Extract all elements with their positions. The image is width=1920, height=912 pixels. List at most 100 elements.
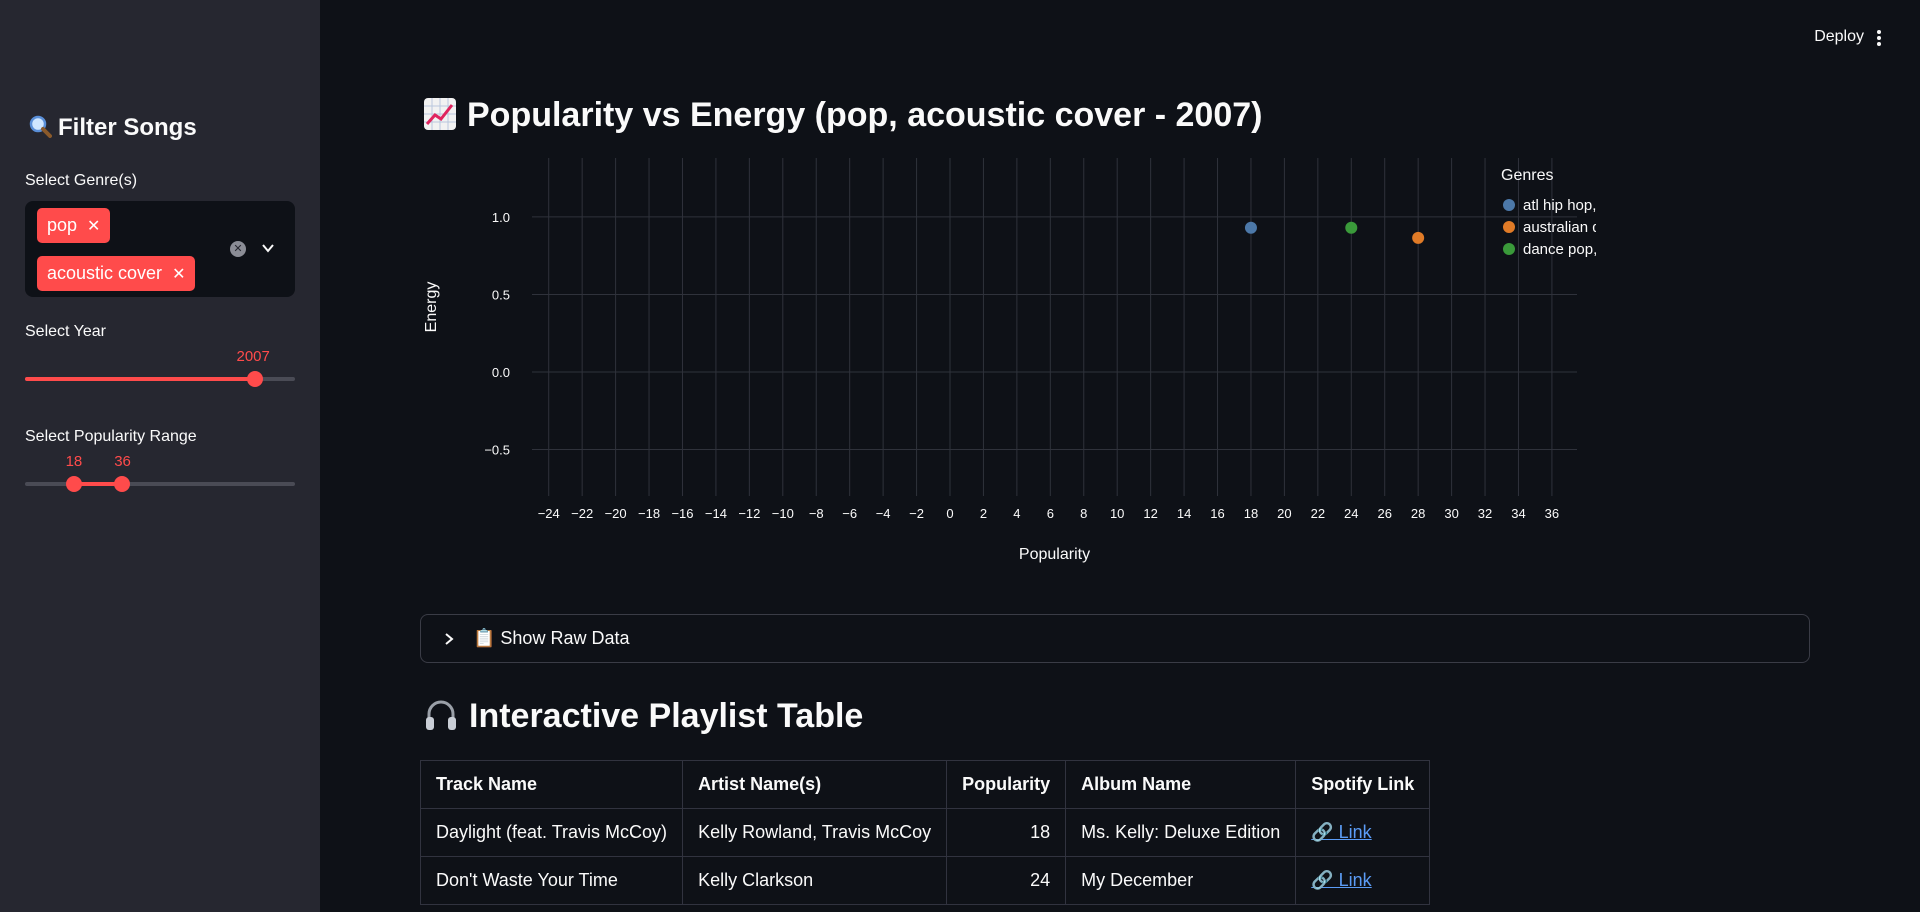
cell-track-name: Don't Waste Your Time <box>419 856 684 905</box>
x-tick-label: −24 <box>538 506 560 521</box>
cell-album-name: Ms. Kelly: Deluxe Edition <box>1065 808 1297 857</box>
chart-title-text: Popularity vs Energy (pop, acoustic cove… <box>467 96 1263 134</box>
legend-marker <box>1503 199 1515 211</box>
data-point[interactable] <box>1244 221 1257 234</box>
x-tick-label: 20 <box>1277 506 1291 521</box>
x-tick-label: 36 <box>1545 506 1559 521</box>
header-track-name[interactable]: Track Name <box>419 760 684 809</box>
cell-track-name: Daylight (feat. Travis McCoy) <box>419 808 684 857</box>
x-tick-label: −4 <box>876 506 891 521</box>
headphones-icon <box>426 700 456 730</box>
data-point[interactable] <box>1345 221 1358 234</box>
x-tick-label: −20 <box>605 506 627 521</box>
spotify-link[interactable]: 🔗 Link <box>1311 822 1371 842</box>
header-spotify-link[interactable]: Spotify Link <box>1295 760 1431 809</box>
popularity-max-value: 36 <box>114 453 131 470</box>
popularity-slider-min-thumb[interactable] <box>65 476 82 492</box>
x-tick-label: 26 <box>1377 506 1391 521</box>
year-slider-value: 2007 <box>236 348 270 365</box>
y-tick-label: 0.5 <box>492 287 510 302</box>
legend-marker <box>1503 243 1515 255</box>
legend-marker <box>1503 221 1515 233</box>
cell-popularity: 18 <box>946 808 1067 857</box>
table-header-row: Track Name Artist Name(s) Popularity Alb… <box>419 760 1431 809</box>
popularity-label: Select Popularity Range <box>25 428 197 445</box>
y-axis-label: Energy <box>423 282 440 333</box>
chart-increasing-icon <box>424 98 456 130</box>
x-tick-label: 2 <box>980 506 987 521</box>
x-tick-label: 4 <box>1013 506 1020 521</box>
genre-label: Select Genre(s) <box>25 172 138 189</box>
x-tick-label: −6 <box>842 506 857 521</box>
x-tick-label: −14 <box>705 506 727 521</box>
x-tick-label: 28 <box>1411 506 1425 521</box>
scatter-chart[interactable]: −24 −22 −20 −18 −16 −14 −12 −10 −8 −6 −4 −2 0 2 4 6 8 10 1… <box>416 150 1596 580</box>
chevron-right-icon <box>445 633 454 645</box>
playlist-table: Track Name Artist Name(s) Popularity Alb… <box>419 760 1431 905</box>
remove-tag-icon[interactable]: ✕ <box>87 218 100 235</box>
table-row: Don't Waste Your Time Kelly Clarkson 24 … <box>419 856 1431 905</box>
header-album-name[interactable]: Album Name <box>1065 760 1297 809</box>
table-title-text: Interactive Playlist Table <box>469 697 864 735</box>
sidebar: Filter Songs Select Genre(s) pop ✕ acoust… <box>0 0 320 912</box>
x-tick-label: 24 <box>1344 506 1358 521</box>
x-tick-label: −8 <box>809 506 824 521</box>
year-slider-track[interactable] <box>25 371 295 387</box>
show-raw-data-expander[interactable]: 📋 Show Raw Data <box>420 614 1810 663</box>
cell-artist-names: Kelly Clarkson <box>682 856 948 905</box>
year-slider-fill <box>25 377 255 381</box>
sidebar-title: Filter Songs <box>28 114 197 142</box>
cell-spotify-link: 🔗 Link <box>1295 808 1431 857</box>
x-tick-label: 10 <box>1110 506 1124 521</box>
x-tick-label: 18 <box>1244 506 1258 521</box>
legend-entry[interactable]: atl hip hop,dance pop,hi… <box>1523 197 1596 214</box>
x-tick-label: 32 <box>1478 506 1492 521</box>
table-title: Interactive Playlist Table <box>423 697 863 736</box>
cell-artist-names: Kelly Rowland, Travis McCoy <box>682 808 948 857</box>
main-content: Deploy Popularity vs Energy (pop, acoust… <box>320 0 1920 912</box>
header-artist-names[interactable]: Artist Name(s) <box>682 760 948 809</box>
x-axis-label: Popularity <box>1019 546 1090 563</box>
cell-popularity: 24 <box>946 856 1067 905</box>
genre-tag-label: acoustic cover <box>47 263 163 283</box>
cell-album-name: My December <box>1065 856 1297 905</box>
y-tick-label: 0.0 <box>492 365 510 380</box>
chart-title: Popularity vs Energy (pop, acoustic cove… <box>423 96 1262 135</box>
legend-entry[interactable]: dance pop,pop,talent show <box>1523 241 1596 258</box>
table-row: Daylight (feat. Travis McCoy) Kelly Rowl… <box>419 808 1431 857</box>
genre-tag-pop[interactable]: pop ✕ <box>37 208 111 243</box>
x-tick-label: 0 <box>946 506 953 521</box>
chevron-down-icon[interactable] <box>261 241 275 255</box>
x-tick-label: −10 <box>772 506 794 521</box>
deploy-button[interactable]: Deploy <box>1814 28 1864 46</box>
x-tick-label: 6 <box>1047 506 1054 521</box>
more-menu-icon[interactable] <box>1872 28 1886 48</box>
magnifier-icon <box>29 115 52 138</box>
popularity-slider-track[interactable] <box>25 476 295 492</box>
data-point[interactable] <box>1412 231 1425 244</box>
x-tick-label: 16 <box>1210 506 1224 521</box>
x-tick-label: −16 <box>671 506 693 521</box>
popularity-slider-max-thumb[interactable] <box>114 476 131 492</box>
spotify-link[interactable]: 🔗 Link <box>1311 870 1371 890</box>
genre-multiselect[interactable]: pop ✕ acoustic cover ✕ ✕ <box>25 201 295 297</box>
x-tick-label: 34 <box>1511 506 1525 521</box>
x-tick-label: 14 <box>1177 506 1191 521</box>
x-tick-label: −2 <box>909 506 924 521</box>
year-label: Select Year <box>25 323 106 340</box>
expander-label: 📋 Show Raw Data <box>473 628 630 648</box>
x-tick-label: 8 <box>1080 506 1087 521</box>
remove-tag-icon[interactable]: ✕ <box>172 266 185 283</box>
x-tick-label: 30 <box>1444 506 1458 521</box>
popularity-min-value: 18 <box>65 453 83 470</box>
genre-tag-acoustic-cover[interactable]: acoustic cover ✕ <box>37 256 196 291</box>
x-tick-label: −12 <box>738 506 760 521</box>
legend-title: Genres <box>1501 167 1553 184</box>
x-tick-label: −22 <box>571 506 593 521</box>
cell-spotify-link: 🔗 Link <box>1295 856 1431 905</box>
legend-entry[interactable]: australian dance,australi… <box>1523 219 1596 236</box>
year-slider-thumb[interactable] <box>246 371 263 387</box>
header-popularity[interactable]: Popularity <box>946 760 1067 809</box>
clear-all-icon[interactable]: ✕ <box>230 241 246 257</box>
x-tick-label: −18 <box>638 506 660 521</box>
